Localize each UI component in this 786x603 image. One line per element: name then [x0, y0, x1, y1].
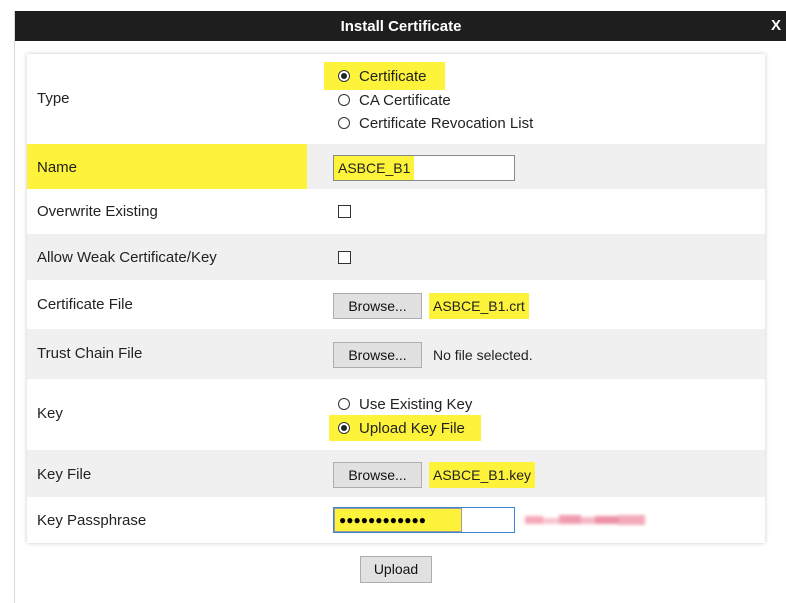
name-row: Name ASBCE_B1 [27, 144, 765, 189]
overwrite-label: Overwrite Existing [37, 203, 158, 220]
certificate-file-name: ASBCE_B1.crt [429, 293, 529, 319]
dialog-title: Install Certificate [340, 18, 462, 35]
radio-use-existing-key[interactable] [338, 398, 350, 410]
install-certificate-dialog: Install Certificate X Type Certificate C… [14, 11, 786, 603]
trust-chain-row: Trust Chain File Browse... No file selec… [27, 329, 765, 379]
type-option-ca-certificate[interactable]: CA Certificate [338, 89, 451, 111]
name-value: ASBCE_B1 [334, 156, 415, 180]
key-option-use-existing[interactable]: Use Existing Key [338, 393, 472, 415]
type-option-label: Certificate [359, 67, 427, 85]
key-passphrase-row: Key Passphrase ●●●●●●●●●●●● [27, 497, 765, 543]
key-passphrase-input[interactable]: ●●●●●●●●●●●● [333, 507, 515, 533]
type-label: Type [37, 90, 70, 107]
key-option-label: Use Existing Key [359, 395, 473, 413]
key-option-upload[interactable]: Upload Key File [338, 417, 465, 439]
close-icon[interactable]: X [771, 17, 781, 34]
type-option-label: CA Certificate [359, 91, 451, 109]
key-file-name: ASBCE_B1.key [429, 462, 536, 488]
key-row: Key Use Existing Key Upload Key File [27, 379, 765, 450]
certificate-browse-button[interactable]: Browse... [333, 293, 422, 319]
radio-upload-key-file[interactable] [338, 422, 350, 434]
certificate-form: Type Certificate CA Certificate Certific… [27, 54, 765, 543]
trust-chain-browse-button[interactable]: Browse... [333, 342, 422, 368]
key-label: Key [37, 405, 63, 422]
allow-weak-row: Allow Weak Certificate/Key [27, 234, 765, 280]
radio-crl[interactable] [338, 117, 350, 129]
allow-weak-label: Allow Weak Certificate/Key [37, 249, 217, 266]
passphrase-masked-value: ●●●●●●●●●●●● [334, 508, 462, 532]
trust-chain-file-name: No file selected. [433, 347, 533, 363]
key-passphrase-label: Key Passphrase [37, 512, 147, 529]
overwrite-row: Overwrite Existing [27, 189, 765, 234]
upload-button[interactable]: Upload [360, 556, 432, 583]
dialog-titlebar: Install Certificate X [15, 11, 786, 41]
trust-chain-label: Trust Chain File [37, 345, 143, 362]
key-file-row: Key File Browse... ASBCE_B1.key [27, 450, 765, 497]
overwrite-checkbox[interactable] [338, 205, 351, 218]
type-row: Type Certificate CA Certificate Certific… [27, 54, 765, 144]
radio-certificate[interactable] [338, 70, 350, 82]
type-option-crl[interactable]: Certificate Revocation List [338, 112, 533, 134]
type-option-label: Certificate Revocation List [359, 114, 534, 132]
allow-weak-checkbox[interactable] [338, 251, 351, 264]
radio-ca-certificate[interactable] [338, 94, 350, 106]
name-input[interactable]: ASBCE_B1 [333, 155, 515, 181]
certificate-file-row: Certificate File Browse... ASBCE_B1.crt [27, 280, 765, 329]
redacted-passphrase-hint [525, 515, 645, 525]
name-label: Name [37, 159, 78, 176]
key-file-browse-button[interactable]: Browse... [333, 462, 422, 488]
key-file-label: Key File [37, 466, 92, 483]
key-option-label: Upload Key File [359, 419, 465, 437]
certificate-file-label: Certificate File [37, 296, 133, 313]
type-option-certificate[interactable]: Certificate [338, 65, 427, 87]
